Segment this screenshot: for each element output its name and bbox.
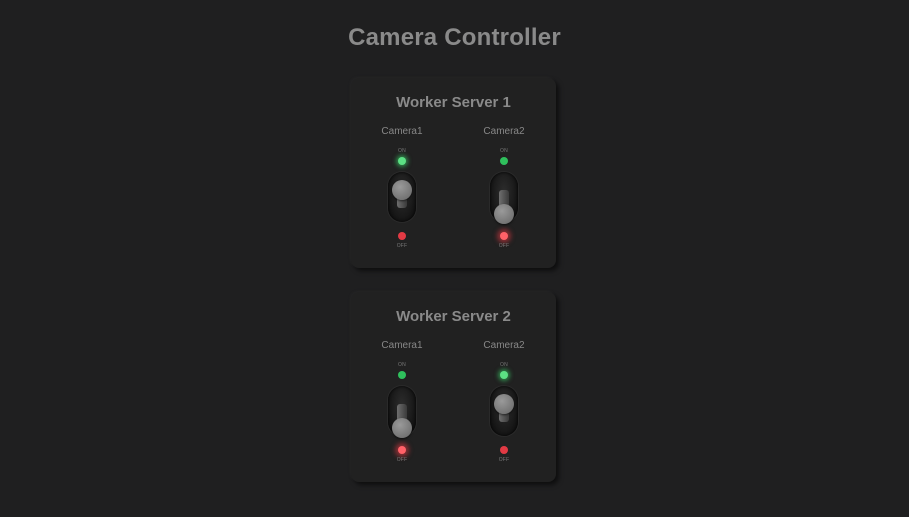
camera-control-server1-camera1: Camera1 ON OFF [366, 126, 438, 258]
toggle-knob[interactable] [494, 394, 514, 414]
off-label: OFF [498, 243, 510, 249]
on-indicator-light [500, 157, 508, 165]
off-indicator-light [398, 446, 406, 454]
camera-label: Camera1 [381, 126, 423, 137]
server-title: Worker Server 1 [396, 94, 511, 111]
toggle-knob[interactable] [392, 418, 412, 438]
camera-label: Camera1 [381, 340, 423, 351]
server-card-1: Worker Server 1 Camera1 ON OFF Camera2 O… [351, 78, 556, 268]
camera-label: Camera2 [483, 340, 525, 351]
on-label: ON [500, 148, 508, 154]
camera-controller-page: Camera Controller Worker Server 1 Camera… [0, 0, 909, 517]
on-indicator-light [398, 371, 406, 379]
server-title: Worker Server 2 [396, 308, 511, 325]
server-card-2: Worker Server 2 Camera1 ON OFF Camera2 O… [351, 292, 556, 482]
on-indicator-light [398, 157, 406, 165]
toggle-knob[interactable] [494, 204, 514, 224]
camera-label: Camera2 [483, 126, 525, 137]
camera-control-server2-camera1: Camera1 ON OFF [366, 340, 438, 472]
on-indicator-light [500, 371, 508, 379]
off-indicator-light [500, 232, 508, 240]
camera-control-server1-camera2: Camera2 ON OFF [468, 126, 540, 258]
on-label: ON [500, 362, 508, 368]
off-label: OFF [396, 243, 408, 249]
toggle-knob[interactable] [392, 180, 412, 200]
off-label: OFF [498, 457, 510, 463]
page-title: Camera Controller [348, 24, 561, 51]
on-label: ON [398, 362, 406, 368]
on-label: ON [398, 148, 406, 154]
off-label: OFF [396, 457, 408, 463]
off-indicator-light [398, 232, 406, 240]
off-indicator-light [500, 446, 508, 454]
camera-control-server2-camera2: Camera2 ON OFF [468, 340, 540, 472]
